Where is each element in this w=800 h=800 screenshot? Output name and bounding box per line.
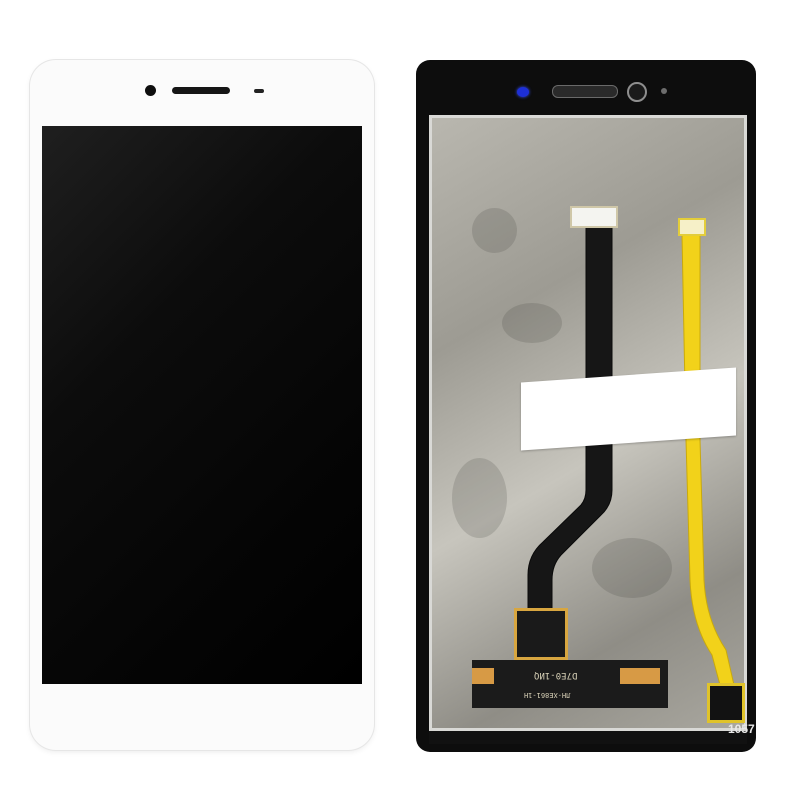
proximity-sensor bbox=[254, 89, 264, 93]
pcb-marking-small: ЛН-ХЕ861-1Н bbox=[524, 691, 571, 699]
contact-pads bbox=[620, 668, 660, 684]
display-screen bbox=[42, 126, 362, 684]
flex-connector-white bbox=[570, 206, 618, 228]
bottom-frame bbox=[429, 731, 747, 744]
front-camera-icon bbox=[145, 85, 156, 96]
connector-block bbox=[514, 608, 568, 660]
lcd-front-panel bbox=[30, 60, 374, 750]
pcb-marking: D7E0-1ИQ bbox=[534, 670, 578, 680]
contact-pads bbox=[472, 668, 494, 684]
lcd-back-panel: D7E0-1ИQ ЛН-ХЕ861-1Н 1057 bbox=[416, 60, 756, 752]
flex-connector-yellow bbox=[678, 218, 706, 236]
earpiece-slot bbox=[172, 87, 230, 94]
bottom-pcb-strip: D7E0-1ИQ ЛН-ХЕ861-1Н bbox=[472, 660, 668, 708]
driver-ic-chip bbox=[707, 683, 745, 723]
revision-code: 1057 bbox=[728, 722, 755, 736]
